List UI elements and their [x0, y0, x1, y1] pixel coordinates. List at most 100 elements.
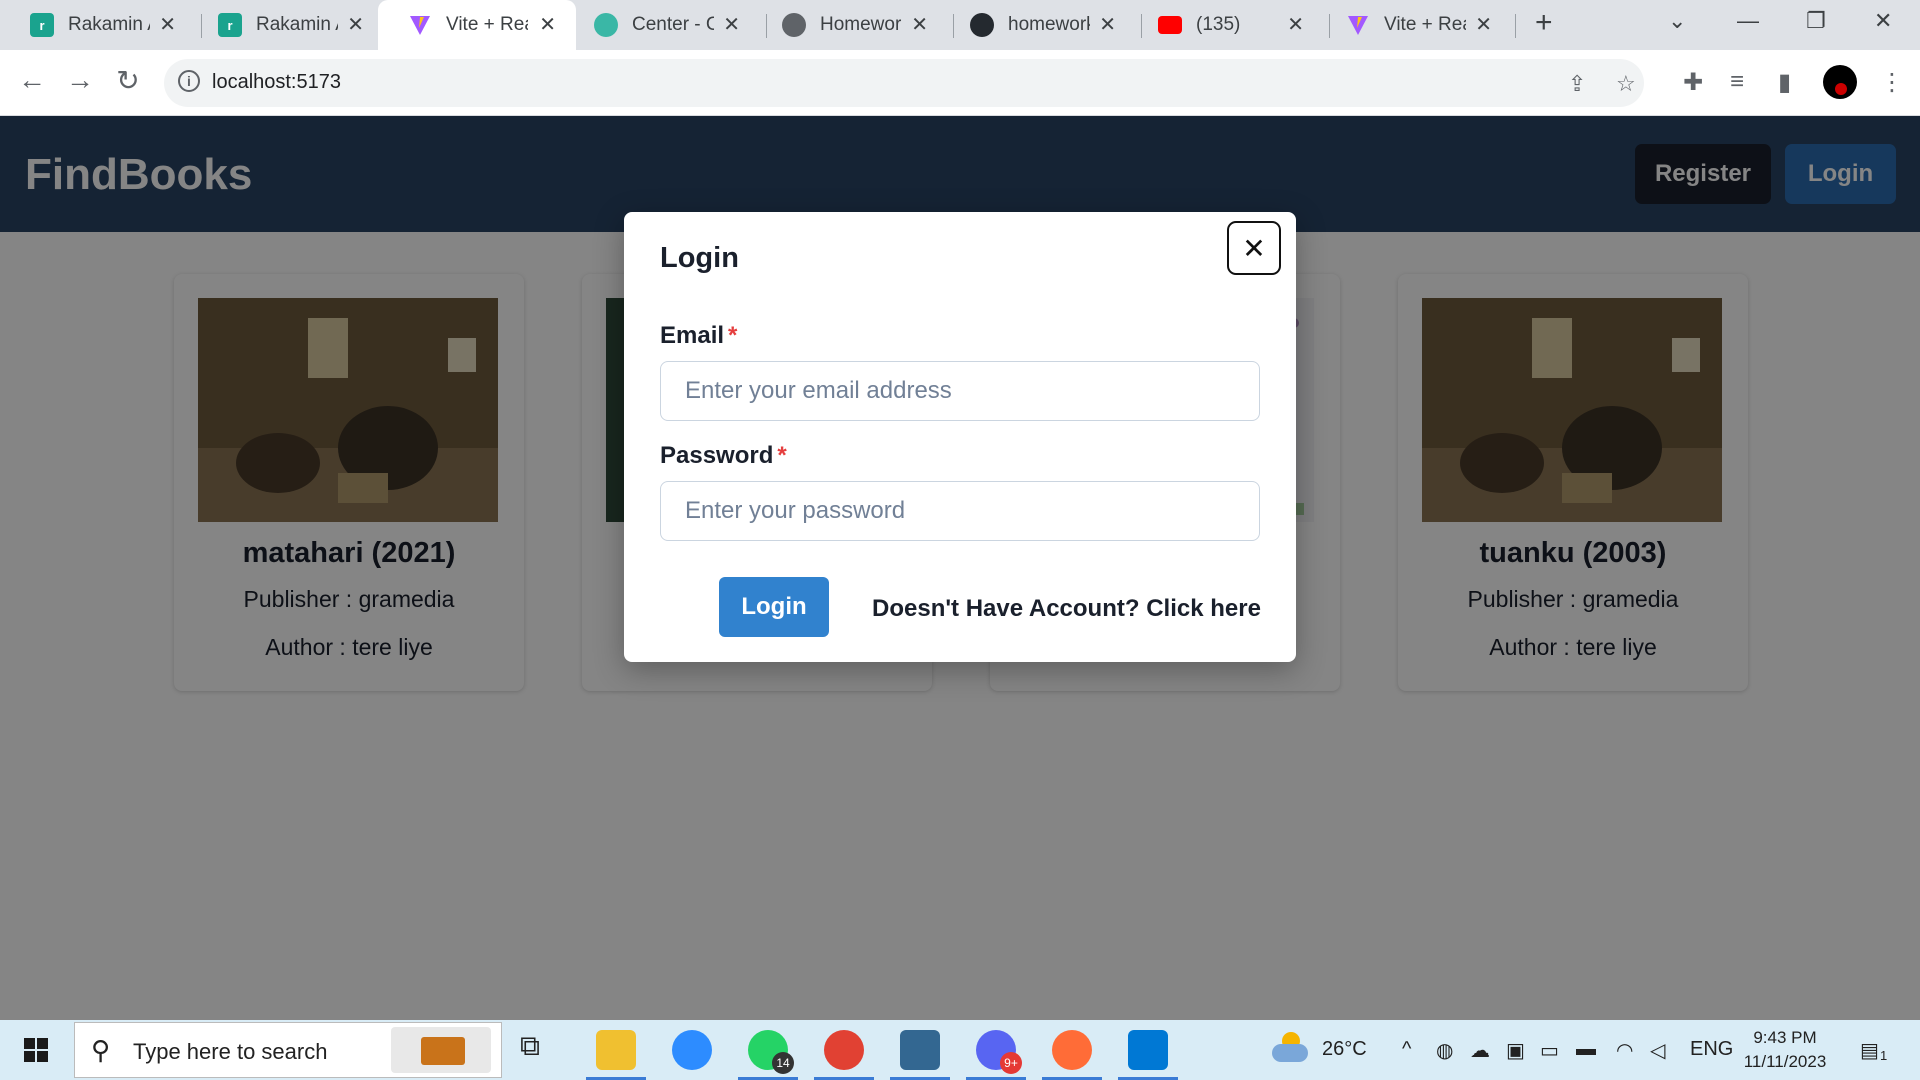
- tab-close-icon[interactable]: ✕: [1475, 12, 1492, 37]
- windows-taskbar: ⚲ Type here to search ⧉ 14 9+ 26°C ^ ◍ ☁…: [0, 1020, 1920, 1080]
- tab-title: Vite + React: [446, 14, 528, 35]
- browser-tab[interactable]: r Rakamin Academy ✕: [0, 0, 196, 50]
- menu-kebab-icon[interactable]: ⋮: [1880, 68, 1904, 97]
- vscode-icon[interactable]: [1118, 1030, 1178, 1080]
- browser-tab-active[interactable]: Vite + React ✕: [378, 0, 576, 50]
- close-icon[interactable]: ✕: [1227, 221, 1281, 275]
- vite-icon: [410, 16, 430, 35]
- media-queue-icon[interactable]: ≡: [1730, 68, 1744, 96]
- window-close-icon[interactable]: ✕: [1874, 8, 1892, 34]
- password-label-text: Password: [660, 442, 774, 469]
- rakamin-icon: r: [218, 13, 242, 37]
- tab-title: Center - Cl: [632, 14, 714, 35]
- tab-close-icon[interactable]: ✕: [911, 12, 928, 37]
- required-mark: *: [728, 322, 738, 349]
- tab-title: Rakamin Academy: [68, 14, 150, 35]
- clock-time: 9:43 PM: [1753, 1028, 1817, 1047]
- vite-icon: [1348, 16, 1368, 35]
- postman-icon[interactable]: [1042, 1030, 1102, 1080]
- center-icon: [594, 13, 618, 37]
- meet-icon[interactable]: ▣: [1506, 1038, 1525, 1063]
- tab-title: homework: [1008, 14, 1090, 35]
- share-icon[interactable]: ⇪: [1568, 71, 1586, 97]
- password-label: Password *: [660, 442, 787, 470]
- browser-tab[interactable]: homework ✕: [940, 0, 1136, 50]
- minimize-icon[interactable]: —: [1737, 8, 1759, 34]
- globe-icon: [782, 13, 806, 37]
- browser-tab[interactable]: Homework ✕: [752, 0, 948, 50]
- file-explorer-icon[interactable]: [586, 1030, 646, 1080]
- address-bar[interactable]: i localhost:5173 ⇪ ☆: [164, 59, 1644, 107]
- browser-toolbar: ← → ↻ i localhost:5173 ⇪ ☆ ✚ ≡ ▮ ⋮: [0, 50, 1920, 116]
- tab-separator: [1515, 14, 1516, 38]
- system-clock[interactable]: 9:43 PM 11/11/2023: [1730, 1026, 1840, 1074]
- email-field[interactable]: [660, 361, 1260, 421]
- tab-title: Homework: [820, 14, 902, 35]
- back-arrow-icon[interactable]: ←: [14, 64, 50, 96]
- whatsapp-badge: 14: [772, 1052, 794, 1074]
- login-submit-button[interactable]: Login: [719, 577, 829, 637]
- browser-tab[interactable]: r Rakamin Academy ✕: [188, 0, 384, 50]
- wifi-icon[interactable]: ◠: [1616, 1038, 1633, 1063]
- tab-close-icon[interactable]: ✕: [539, 12, 556, 37]
- battery-icon[interactable]: ▬: [1576, 1038, 1596, 1061]
- rakamin-icon: r: [30, 13, 54, 37]
- tray-chevron-icon[interactable]: ^: [1402, 1038, 1411, 1061]
- briefcase-icon[interactable]: [391, 1027, 491, 1073]
- tab-close-icon[interactable]: ✕: [723, 12, 740, 37]
- address-url[interactable]: localhost:5173: [212, 71, 341, 94]
- extensions-puzzle-icon[interactable]: ✚: [1683, 68, 1703, 97]
- browser-tab[interactable]: Vite + React ✕: [1316, 0, 1512, 50]
- register-link[interactable]: Doesn't Have Account? Click here: [872, 595, 1261, 623]
- tab-title: Rakamin Academy: [256, 14, 338, 35]
- restore-icon[interactable]: ❐: [1806, 8, 1826, 34]
- temperature[interactable]: 26°C: [1322, 1038, 1367, 1061]
- page-viewport: FindBooks Register Login matahari (2021)…: [0, 116, 1920, 1020]
- discord-icon[interactable]: 9+: [966, 1030, 1026, 1080]
- zoom-icon[interactable]: [672, 1030, 712, 1070]
- color-wheel-icon[interactable]: ◍: [1436, 1038, 1453, 1063]
- notification-icon[interactable]: ▤: [1860, 1038, 1879, 1063]
- site-info-icon[interactable]: i: [178, 70, 200, 92]
- github-icon: [970, 13, 994, 37]
- new-tab-button[interactable]: +: [1535, 6, 1553, 40]
- browser-tab[interactable]: Center - Cl ✕: [564, 0, 760, 50]
- notification-count: 1: [1880, 1048, 1888, 1063]
- tab-title: Vite + React: [1384, 14, 1466, 35]
- volume-icon[interactable]: ◁: [1650, 1038, 1665, 1063]
- required-mark: *: [777, 442, 787, 469]
- modal-title: Login: [660, 242, 739, 274]
- postgresql-icon[interactable]: [890, 1030, 950, 1080]
- display-icon[interactable]: ▭: [1540, 1038, 1559, 1063]
- taskbar-search-text: Type here to search: [133, 1039, 328, 1064]
- whatsapp-icon[interactable]: 14: [738, 1030, 798, 1080]
- task-view-icon[interactable]: ⧉: [520, 1030, 560, 1070]
- tab-search-chevron-icon[interactable]: ⌄: [1668, 8, 1686, 34]
- chrome-icon[interactable]: [814, 1030, 874, 1080]
- login-modal: Login ✕ Email* Password* Login Doesn't H…: [624, 212, 1296, 662]
- language-indicator[interactable]: ENG: [1690, 1038, 1733, 1061]
- windows-start-icon[interactable]: [24, 1038, 48, 1062]
- discord-badge: 9+: [1000, 1052, 1022, 1074]
- profile-avatar[interactable]: [1823, 65, 1857, 99]
- browser-tabstrip: r Rakamin Academy ✕ r Rakamin Academy ✕ …: [0, 0, 1920, 50]
- tab-close-icon[interactable]: ✕: [1287, 12, 1304, 37]
- forward-arrow-icon[interactable]: →: [62, 64, 98, 96]
- email-label: Email *: [660, 322, 737, 350]
- tab-close-icon[interactable]: ✕: [159, 12, 176, 37]
- search-icon: ⚲: [91, 1035, 111, 1065]
- reload-icon[interactable]: ↻: [110, 64, 146, 97]
- tab-close-icon[interactable]: ✕: [1099, 12, 1116, 37]
- password-field[interactable]: [660, 481, 1260, 541]
- browser-tab[interactable]: (135) ✕: [1128, 0, 1324, 50]
- youtube-icon: [1158, 16, 1182, 34]
- side-panel-icon[interactable]: ▮: [1778, 68, 1791, 97]
- bookmark-star-icon[interactable]: ☆: [1616, 71, 1636, 97]
- tab-title: (135): [1196, 14, 1241, 35]
- tab-close-icon[interactable]: ✕: [347, 12, 364, 37]
- taskbar-search[interactable]: ⚲ Type here to search: [74, 1022, 502, 1078]
- weather-icon[interactable]: [1272, 1032, 1308, 1062]
- email-label-text: Email: [660, 322, 725, 349]
- onedrive-icon[interactable]: ☁: [1470, 1038, 1490, 1063]
- clock-date: 11/11/2023: [1743, 1052, 1827, 1071]
